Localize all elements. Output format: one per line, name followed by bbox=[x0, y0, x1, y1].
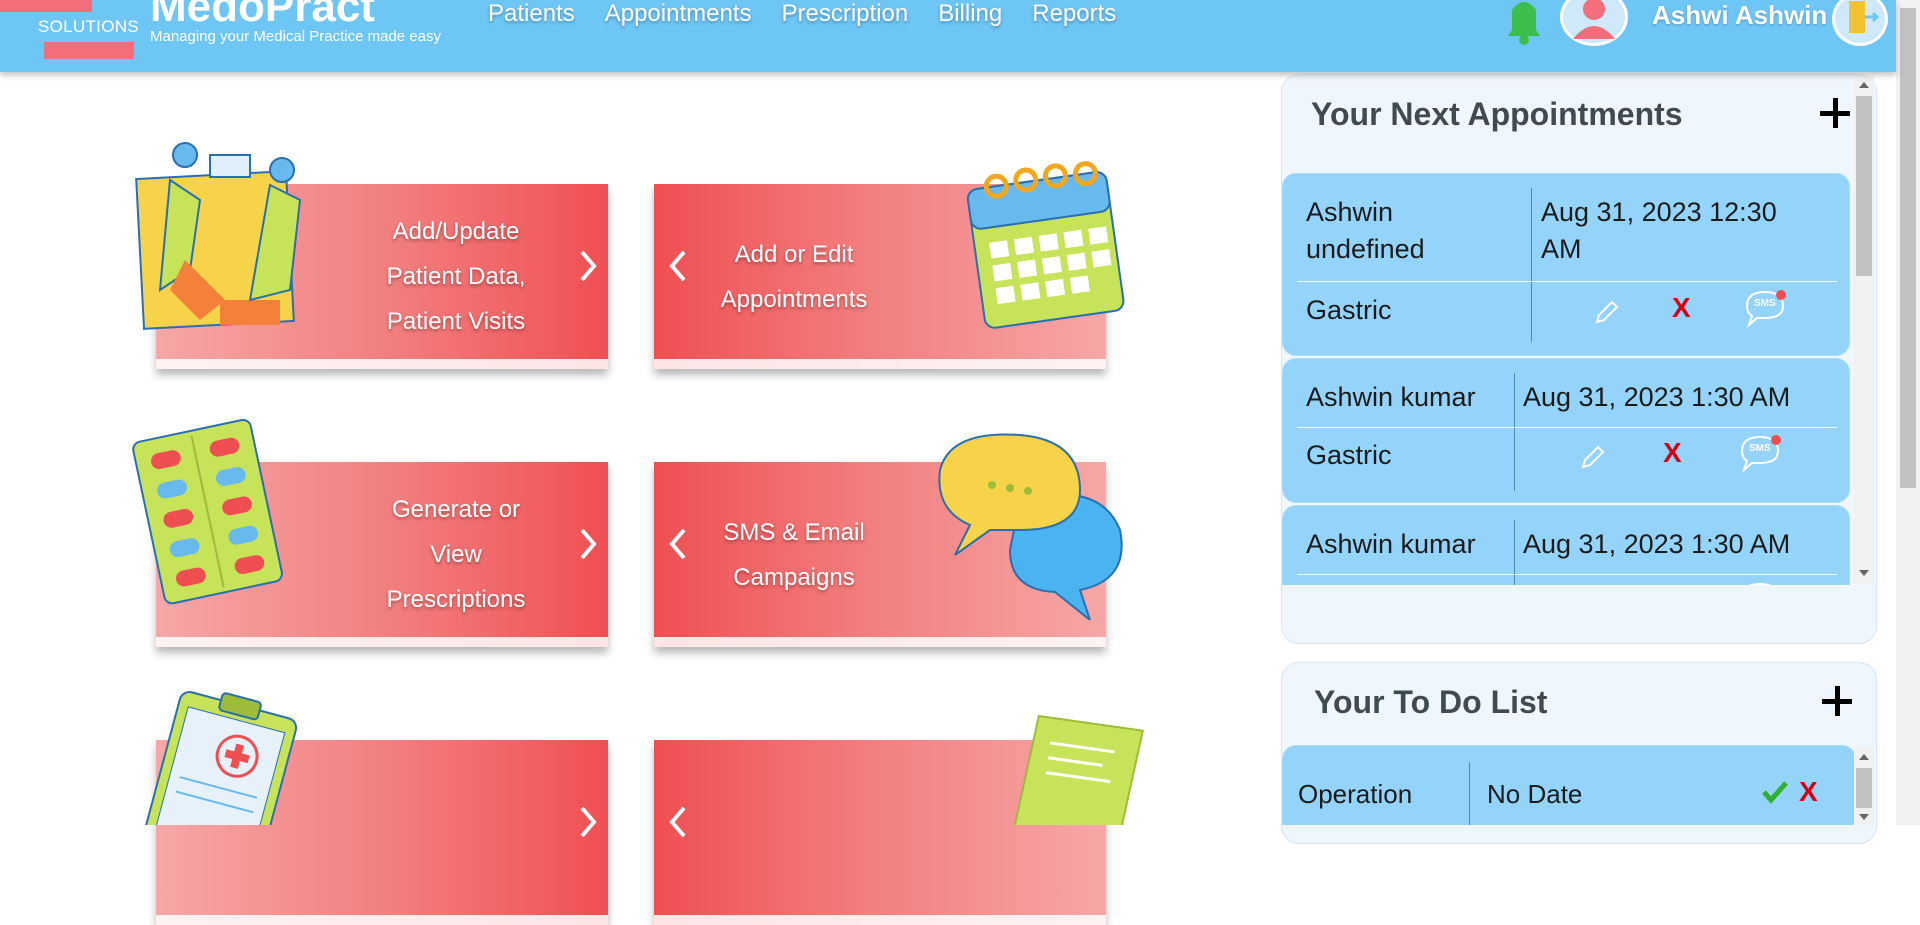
nav-prescription[interactable]: Prescription bbox=[781, 0, 908, 28]
add-appointment-plus-icon[interactable] bbox=[1820, 98, 1850, 128]
appointment-datetime: Aug 31, 2023 1:30 AM bbox=[1523, 529, 1791, 559]
appointment-datetime: Aug 31, 2023 1:30 AM bbox=[1523, 382, 1791, 412]
todo-date: No Date bbox=[1487, 779, 1583, 809]
appointments-scrollbar-thumb[interactable] bbox=[1856, 96, 1872, 276]
next-appointments-title: Your Next Appointments bbox=[1311, 96, 1683, 132]
chevron-left-icon bbox=[669, 528, 686, 560]
appointment-card[interactable]: Ashwin kumar Aug 31, 2023 1:30 AM Gastri… bbox=[1282, 358, 1850, 503]
add-todo-plus-icon[interactable] bbox=[1822, 686, 1852, 716]
appointment-datetime: Aug 31, 2023 12:30 AM bbox=[1541, 197, 1777, 264]
logout-door-icon bbox=[1849, 1, 1880, 33]
company-logo[interactable]: SOLUTIONS bbox=[0, 0, 140, 72]
user-name[interactable]: Ashwi Ashwin bbox=[1652, 0, 1827, 31]
todo-list: Operation No Date X bbox=[1281, 745, 1856, 825]
todo-item[interactable]: Operation No Date X bbox=[1282, 745, 1856, 825]
brand-tagline: Managing your Medical Practice made easy bbox=[150, 28, 441, 45]
logout-button[interactable] bbox=[1832, 0, 1888, 46]
doctor-patient-illustration-icon bbox=[135, 142, 302, 330]
nav-billing[interactable]: Billing bbox=[938, 0, 1002, 28]
tile-label bbox=[356, 740, 556, 925]
tile-label: Add or Edit Appointments bbox=[720, 240, 868, 313]
logo-bar-top bbox=[0, 0, 92, 12]
patient-name: Ashwin kumar bbox=[1306, 529, 1476, 559]
todo-task: Operation bbox=[1298, 779, 1413, 809]
appointment-card[interactable]: Ashwin kumar Aug 31, 2023 1:30 AM bbox=[1282, 505, 1850, 585]
edit-pencil-icon[interactable] bbox=[1593, 298, 1621, 326]
appointments-scrollbar[interactable] bbox=[1854, 76, 1874, 584]
scroll-up-arrow-icon[interactable] bbox=[1854, 78, 1874, 92]
user-avatar-icon bbox=[1573, 0, 1615, 39]
main-nav: Patients Appointments Prescription Billi… bbox=[488, 0, 1116, 28]
cell-divider bbox=[1469, 762, 1470, 825]
sms-chat-icon[interactable] bbox=[1738, 580, 1784, 585]
page-scrollbar[interactable] bbox=[1896, 0, 1920, 825]
sms-label: SMS bbox=[1749, 443, 1771, 454]
scroll-down-arrow-icon[interactable] bbox=[1854, 566, 1874, 580]
appointment-card[interactable]: Ashwin undefined Aug 31, 2023 12:30 AM G… bbox=[1282, 173, 1850, 356]
document-receipt-illustration-icon bbox=[1010, 714, 1144, 825]
delete-todo-button[interactable]: X bbox=[1799, 776, 1818, 808]
scroll-down-arrow-icon[interactable] bbox=[1854, 810, 1874, 824]
sms-label: SMS bbox=[1754, 298, 1776, 309]
mark-done-check-icon[interactable] bbox=[1761, 780, 1789, 804]
pill-blister-illustration-icon bbox=[132, 418, 283, 605]
logo-subtitle: SOLUTIONS bbox=[38, 17, 139, 36]
chevron-left-icon bbox=[669, 806, 686, 838]
cell-divider bbox=[1514, 373, 1515, 491]
chevron-right-icon bbox=[580, 250, 597, 282]
todo-title: Your To Do List bbox=[1314, 684, 1548, 720]
logo-bar-bottom bbox=[44, 42, 134, 59]
chevron-right-icon bbox=[580, 528, 597, 560]
nav-patients[interactable]: Patients bbox=[488, 0, 575, 28]
cell-divider bbox=[1531, 188, 1532, 342]
appointments-list: Ashwin undefined Aug 31, 2023 12:30 AM G… bbox=[1281, 170, 1875, 585]
row-divider bbox=[1297, 574, 1837, 575]
tile-label: SMS & Email Campaigns bbox=[723, 518, 865, 591]
nav-appointments[interactable]: Appointments bbox=[605, 0, 752, 28]
medical-clipboard-illustration-icon bbox=[139, 691, 298, 825]
top-header: SOLUTIONS MedoPract Managing your Medica… bbox=[0, 0, 1896, 72]
cell-divider bbox=[1514, 520, 1515, 585]
chat-bubbles-illustration-icon bbox=[938, 433, 1123, 620]
row-divider bbox=[1297, 281, 1837, 282]
page-scrollbar-thumb[interactable] bbox=[1900, 8, 1916, 488]
patient-name: Ashwin kumar bbox=[1306, 382, 1476, 412]
patient-name: Ashwin undefined bbox=[1306, 197, 1425, 264]
nav-reports[interactable]: Reports bbox=[1032, 0, 1116, 28]
calendar-illustration-icon bbox=[966, 161, 1125, 329]
appointment-reason: Gastric bbox=[1306, 440, 1392, 470]
delete-appointment-button[interactable]: X bbox=[1663, 437, 1682, 469]
row-divider bbox=[1297, 427, 1837, 428]
edit-pencil-icon[interactable] bbox=[1579, 443, 1607, 471]
scroll-up-arrow-icon[interactable] bbox=[1854, 750, 1874, 764]
todo-scrollbar[interactable] bbox=[1854, 748, 1874, 825]
chevron-left-icon bbox=[669, 250, 686, 282]
tile-label bbox=[694, 740, 894, 925]
sms-button[interactable]: SMS bbox=[1738, 433, 1784, 474]
tile-label: Generate or View Prescriptions bbox=[386, 496, 526, 613]
chevron-right-icon bbox=[580, 806, 597, 838]
todo-scrollbar-thumb[interactable] bbox=[1856, 768, 1872, 808]
notification-bell-icon[interactable] bbox=[1498, 0, 1550, 46]
user-avatar[interactable] bbox=[1560, 0, 1628, 46]
delete-appointment-button[interactable]: X bbox=[1672, 292, 1691, 324]
appointment-reason: Gastric bbox=[1306, 295, 1392, 325]
tile-label: Add/Update Patient Data, Patient Visits bbox=[386, 218, 526, 335]
sms-button[interactable]: SMS bbox=[1743, 288, 1789, 329]
